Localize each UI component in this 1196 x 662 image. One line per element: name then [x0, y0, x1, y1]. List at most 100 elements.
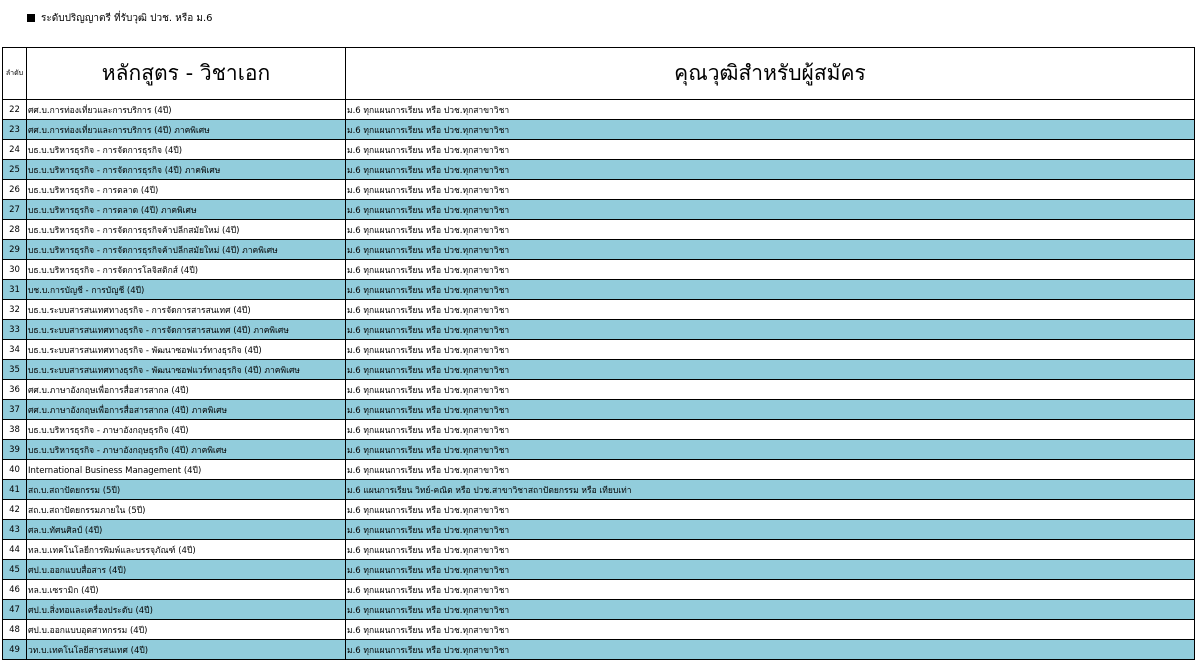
row-course: บธ.บ.ระบบสารสนเทศทางธุรกิจ - การจัดการสา… [26, 319, 346, 340]
row-number: 30 [2, 259, 27, 280]
row-qualification: ม.6 ทุกแผนการเรียน หรือ ปวช.ทุกสาขาวิชา [345, 199, 1195, 220]
row-qualification: ม.6 ทุกแผนการเรียน หรือ ปวช.ทุกสาขาวิชา [345, 459, 1195, 480]
row-number: 27 [2, 199, 27, 220]
row-course: บธ.บ.บริหารธุรกิจ - การจัดการธุรกิจค้าปล… [26, 239, 346, 260]
row-course: บธ.บ.บริหารธุรกิจ - การตลาด (4ปี) ภาคพิเ… [26, 199, 346, 220]
table-row: 39 บธ.บ.บริหารธุรกิจ - ภาษาอังกฤษธุรกิจ (… [2, 439, 1195, 460]
row-qualification: ม.6 ทุกแผนการเรียน หรือ ปวช.ทุกสาขาวิชา [345, 359, 1195, 380]
row-qualification: ม.6 ทุกแผนการเรียน หรือ ปวช.ทุกสาขาวิชา [345, 639, 1195, 660]
row-qualification: ม.6 ทุกแผนการเรียน หรือ ปวช.ทุกสาขาวิชา [345, 99, 1195, 120]
row-course: บช.บ.การบัญชี - การบัญชี (4ปี) [26, 279, 346, 300]
row-course: ศศ.บ.การท่องเที่ยวและการบริการ (4ปี) ภาค… [26, 119, 346, 140]
row-course: บธ.บ.บริหารธุรกิจ - การจัดการโลจิสติกส์ … [26, 259, 346, 280]
row-course: ศป.บ.สิ่งทอและเครื่องประดับ (4ปี) [26, 599, 346, 620]
row-number: 49 [2, 639, 27, 660]
row-number: 35 [2, 359, 27, 380]
row-qualification: ม.6 ทุกแผนการเรียน หรือ ปวช.ทุกสาขาวิชา [345, 419, 1195, 440]
row-number: 42 [2, 499, 27, 520]
row-number: 46 [2, 579, 27, 600]
row-qualification: ม.6 ทุกแผนการเรียน หรือ ปวช.ทุกสาขาวิชา [345, 399, 1195, 420]
table-row: 27 บธ.บ.บริหารธุรกิจ - การตลาด (4ปี) ภาคพ… [2, 199, 1195, 220]
row-course: บธ.บ.บริหารธุรกิจ - การจัดการธุรกิจ (4ปี… [26, 139, 346, 160]
table-row: 28 บธ.บ.บริหารธุรกิจ - การจัดการธุรกิจค้า… [2, 219, 1195, 240]
header-qualification: คุณวุฒิสำหรับผู้สมัคร [345, 47, 1195, 100]
row-course: ศศ.บ.การท่องเที่ยวและการบริการ (4ปี) [26, 99, 346, 120]
row-course: บธ.บ.บริหารธุรกิจ - ภาษาอังกฤษธุรกิจ (4ป… [26, 439, 346, 460]
row-number: 44 [2, 539, 27, 560]
row-number: 24 [2, 139, 27, 160]
row-course: ศศ.บ.ภาษาอังกฤษเพื่อการสื่อสารสากล (4ปี) [26, 379, 346, 400]
table-row: 36 ศศ.บ.ภาษาอังกฤษเพื่อการสื่อสารสากล (4ป… [2, 379, 1195, 400]
table-row: 32 บธ.บ.ระบบสารสนเทศทางธุรกิจ - การจัดการ… [2, 299, 1195, 320]
row-number: 48 [2, 619, 27, 640]
table-row: 25 บธ.บ.บริหารธุรกิจ - การจัดการธุรกิจ (4… [2, 159, 1195, 180]
row-number: 43 [2, 519, 27, 540]
row-course: ทล.บ.เทคโนโลยีการพิมพ์และบรรจุภัณฑ์ (4ปี… [26, 539, 346, 560]
row-number: 37 [2, 399, 27, 420]
row-number: 38 [2, 419, 27, 440]
row-qualification: ม.6 ทุกแผนการเรียน หรือ ปวช.ทุกสาขาวิชา [345, 519, 1195, 540]
row-course: วท.บ.เทคโนโลยีสารสนเทศ (4ปี) [26, 639, 346, 660]
row-qualification: ม.6 ทุกแผนการเรียน หรือ ปวช.ทุกสาขาวิชา [345, 319, 1195, 340]
row-course: สถ.บ.สถาปัตยกรรม (5ปี) [26, 479, 346, 500]
table-row: 24 บธ.บ.บริหารธุรกิจ - การจัดการธุรกิจ (4… [2, 139, 1195, 160]
table-body: 22 ศศ.บ.การท่องเที่ยวและการบริการ (4ปี) ม.… [2, 99, 1195, 660]
row-qualification: ม.6 ทุกแผนการเรียน หรือ ปวช.ทุกสาขาวิชา [345, 279, 1195, 300]
table-row: 35 บธ.บ.ระบบสารสนเทศทางธุรกิจ - พัฒนาซอฟแ… [2, 359, 1195, 380]
row-number: 29 [2, 239, 27, 260]
row-qualification: ม.6 ทุกแผนการเรียน หรือ ปวช.ทุกสาขาวิชา [345, 219, 1195, 240]
row-qualification: ม.6 แผนการเรียน วิทย์-คณิต หรือ ปวช.สาขา… [345, 479, 1195, 500]
header-course: หลักสูตร - วิชาเอก [26, 47, 346, 100]
row-qualification: ม.6 ทุกแผนการเรียน หรือ ปวช.ทุกสาขาวิชา [345, 239, 1195, 260]
row-number: 39 [2, 439, 27, 460]
row-qualification: ม.6 ทุกแผนการเรียน หรือ ปวช.ทุกสาขาวิชา [345, 599, 1195, 620]
row-course: สถ.บ.สถาปัตยกรรมภายใน (5ปี) [26, 499, 346, 520]
row-qualification: ม.6 ทุกแผนการเรียน หรือ ปวช.ทุกสาขาวิชา [345, 159, 1195, 180]
row-course: บธ.บ.บริหารธุรกิจ - การจัดการธุรกิจค้าปล… [26, 219, 346, 240]
table-row: 41 สถ.บ.สถาปัตยกรรม (5ปี) ม.6 แผนการเรียน … [2, 479, 1195, 500]
row-qualification: ม.6 ทุกแผนการเรียน หรือ ปวช.ทุกสาขาวิชา [345, 119, 1195, 140]
row-course: ศป.บ.ออกแบบสื่อสาร (4ปี) [26, 559, 346, 580]
row-number: 40 [2, 459, 27, 480]
row-course: International Business Management (4ปี) [26, 459, 346, 480]
row-course: บธ.บ.บริหารธุรกิจ - การจัดการธุรกิจ (4ปี… [26, 159, 346, 180]
program-table: ลำดับ หลักสูตร - วิชาเอก คุณวุฒิสำหรับผู… [2, 47, 1195, 660]
table-row: 31 บช.บ.การบัญชี - การบัญชี (4ปี) ม.6 ทุกแ… [2, 279, 1195, 300]
table-row: 45 ศป.บ.ออกแบบสื่อสาร (4ปี) ม.6 ทุกแผนการเ… [2, 559, 1195, 580]
row-qualification: ม.6 ทุกแผนการเรียน หรือ ปวช.ทุกสาขาวิชา [345, 579, 1195, 600]
table-row: 47 ศป.บ.สิ่งทอและเครื่องประดับ (4ปี) ม.6 ท… [2, 599, 1195, 620]
row-qualification: ม.6 ทุกแผนการเรียน หรือ ปวช.ทุกสาขาวิชา [345, 559, 1195, 580]
row-number: 25 [2, 159, 27, 180]
row-number: 33 [2, 319, 27, 340]
table-row: 30 บธ.บ.บริหารธุรกิจ - การจัดการโลจิสติกส… [2, 259, 1195, 280]
row-qualification: ม.6 ทุกแผนการเรียน หรือ ปวช.ทุกสาขาวิชา [345, 619, 1195, 640]
table-row: 44 ทล.บ.เทคโนโลยีการพิมพ์และบรรจุภัณฑ์ (4… [2, 539, 1195, 560]
row-number: 23 [2, 119, 27, 140]
table-row: 33 บธ.บ.ระบบสารสนเทศทางธุรกิจ - การจัดการ… [2, 319, 1195, 340]
row-qualification: ม.6 ทุกแผนการเรียน หรือ ปวช.ทุกสาขาวิชา [345, 339, 1195, 360]
table-row: 46 ทล.บ.เซรามิก (4ปี) ม.6 ทุกแผนการเรียน ห… [2, 579, 1195, 600]
section-heading: ระดับปริญญาตรี ที่รับวุฒิ ปวช. หรือ ม.6 [27, 10, 213, 26]
row-number: 31 [2, 279, 27, 300]
row-course: บธ.บ.ระบบสารสนเทศทางธุรกิจ - พัฒนาซอฟแวร… [26, 359, 346, 380]
row-qualification: ม.6 ทุกแผนการเรียน หรือ ปวช.ทุกสาขาวิชา [345, 539, 1195, 560]
table-row: 43 ศล.บ.ทัศนศิลป์ (4ปี) ม.6 ทุกแผนการเรียน… [2, 519, 1195, 540]
table-row: 48 ศป.บ.ออกแบบอุตสาหกรรม (4ปี) ม.6 ทุกแผนก… [2, 619, 1195, 640]
row-number: 41 [2, 479, 27, 500]
table-row: 49 วท.บ.เทคโนโลยีสารสนเทศ (4ปี) ม.6 ทุกแผน… [2, 639, 1195, 660]
row-number: 47 [2, 599, 27, 620]
row-number: 22 [2, 99, 27, 120]
row-course: ศล.บ.ทัศนศิลป์ (4ปี) [26, 519, 346, 540]
table-row: 37 ศศ.บ.ภาษาอังกฤษเพื่อการสื่อสารสากล (4ป… [2, 399, 1195, 420]
table-row: 22 ศศ.บ.การท่องเที่ยวและการบริการ (4ปี) ม.… [2, 99, 1195, 120]
row-course: บธ.บ.บริหารธุรกิจ - การตลาด (4ปี) [26, 179, 346, 200]
row-course: ศศ.บ.ภาษาอังกฤษเพื่อการสื่อสารสากล (4ปี)… [26, 399, 346, 420]
row-qualification: ม.6 ทุกแผนการเรียน หรือ ปวช.ทุกสาขาวิชา [345, 179, 1195, 200]
table-row: 26 บธ.บ.บริหารธุรกิจ - การตลาด (4ปี) ม.6 ท… [2, 179, 1195, 200]
table-row: 42 สถ.บ.สถาปัตยกรรมภายใน (5ปี) ม.6 ทุกแผนก… [2, 499, 1195, 520]
row-number: 36 [2, 379, 27, 400]
row-number: 45 [2, 559, 27, 580]
row-qualification: ม.6 ทุกแผนการเรียน หรือ ปวช.ทุกสาขาวิชา [345, 259, 1195, 280]
table-header-row: ลำดับ หลักสูตร - วิชาเอก คุณวุฒิสำหรับผู… [2, 47, 1195, 100]
table-row: 40 International Business Management (4ปี… [2, 459, 1195, 480]
